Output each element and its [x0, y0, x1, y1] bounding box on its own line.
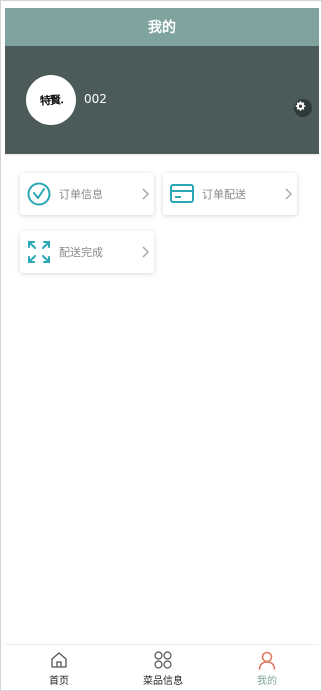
chevron-right-icon: [142, 246, 150, 258]
section-divider: [5, 154, 319, 156]
gear-icon[interactable]: [293, 98, 313, 118]
menu-card-label: 配送完成: [59, 246, 103, 259]
menu-card-order-info[interactable]: 订单信息: [20, 173, 154, 215]
app-screen: 我的 特賢. 002 订单信息 订单配送 配送完成 首页 菜品信息 我的: [5, 8, 319, 689]
bottom-tab-bar: 首页 菜品信息 我的: [5, 644, 319, 689]
avatar[interactable]: 特賢.: [26, 75, 76, 125]
tab-mine[interactable]: 我的: [215, 645, 319, 689]
chevron-right-icon: [285, 188, 293, 200]
device-frame: 我的 特賢. 002 订单信息 订单配送 配送完成 首页 菜品信息 我的: [0, 0, 322, 691]
tab-label: 我的: [257, 676, 277, 687]
tab-label: 首页: [49, 676, 69, 687]
grid-icon: [154, 651, 172, 669]
title-bar: 我的: [5, 8, 319, 46]
chevron-right-icon: [142, 188, 150, 200]
tab-label: 菜品信息: [143, 676, 183, 687]
menu-card-label: 订单配送: [202, 188, 246, 201]
clock-check-icon: [26, 181, 52, 207]
menu-card-order-delivery[interactable]: 订单配送: [163, 173, 297, 215]
card-icon: [169, 181, 195, 207]
menu-card-delivery-complete[interactable]: 配送完成: [20, 231, 154, 273]
page-title: 我的: [148, 20, 176, 36]
username: 002: [84, 92, 107, 106]
avatar-signature: 特賢.: [39, 93, 63, 108]
tab-dishes[interactable]: 菜品信息: [111, 645, 215, 689]
user-icon: [258, 651, 276, 670]
expand-icon: [26, 239, 52, 265]
tab-home[interactable]: 首页: [7, 645, 111, 689]
home-icon: [51, 652, 67, 668]
profile-header: 特賢. 002: [5, 46, 319, 154]
menu-card-label: 订单信息: [59, 188, 103, 201]
